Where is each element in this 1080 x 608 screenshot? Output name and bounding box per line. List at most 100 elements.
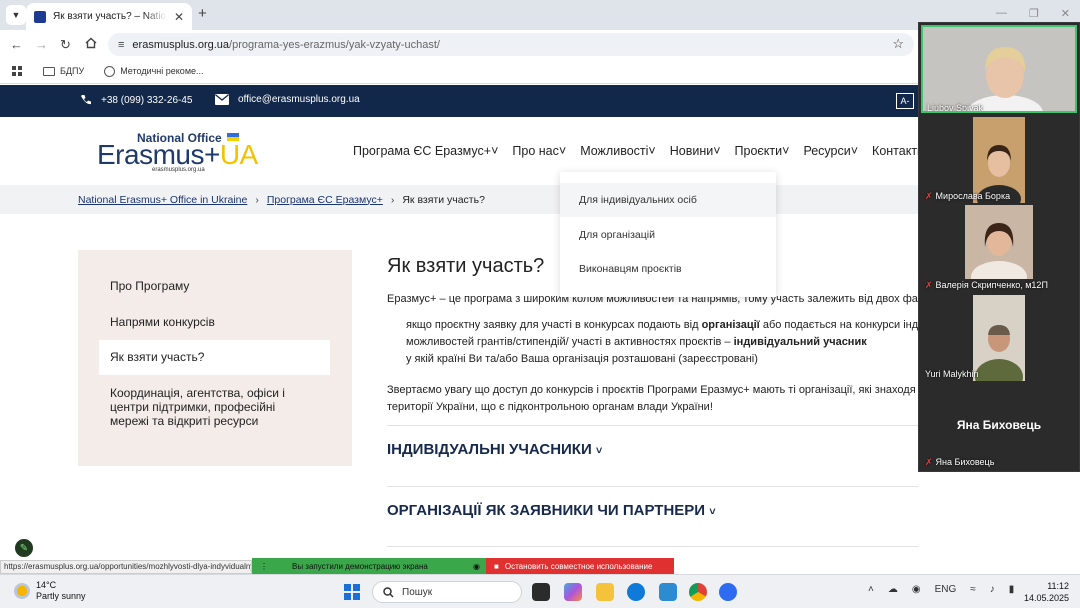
stop-sharing-button[interactable]: ■ Остановить совместное использование: [486, 558, 674, 574]
home-icon[interactable]: [85, 37, 97, 49]
sidebar-item-coordination[interactable]: Координація, агентства, офіси і центри п…: [110, 386, 315, 428]
divider: [387, 546, 918, 547]
sidebar-item-how-to-participate[interactable]: Як взяти участь?: [110, 350, 204, 364]
edit-pencil-button[interactable]: ✎: [13, 537, 35, 559]
mail-icon: [215, 94, 229, 105]
breadcrumb-home-link[interactable]: National Erasmus+ Office in Ukraine: [78, 194, 247, 206]
browser-tab-active[interactable]: Як взяти участь? – National Erasmus+ Off…: [26, 3, 192, 30]
nav-projects[interactable]: Проєкти˅: [735, 144, 790, 158]
chevron-up-icon[interactable]: ˄: [868, 584, 874, 595]
participant-video: [973, 295, 1025, 381]
participant-tile[interactable]: [973, 295, 1025, 381]
participant-tile[interactable]: [965, 205, 1033, 279]
zoom-icon[interactable]: [719, 583, 737, 601]
phone-contact[interactable]: +38 (099) 332-26-45: [80, 94, 192, 106]
chevron-down-icon: ˅: [709, 506, 716, 518]
criteria-list: якщо проєктну заявку для участі в конкур…: [406, 317, 918, 368]
list-text: можливостей грантів/стипендій/ участі в …: [406, 336, 734, 348]
notice-line-2: території України, що є підконтрольною о…: [387, 401, 713, 413]
link-status-url: https://erasmusplus.org.ua/opportunities…: [0, 560, 252, 574]
onedrive-icon[interactable]: ☁: [888, 584, 898, 595]
file-explorer-icon[interactable]: [596, 583, 614, 601]
tab-title: Як взяти участь? – National Erasmus+ Off…: [53, 11, 167, 22]
dropdown-item-organisations[interactable]: Для організацій: [560, 218, 776, 252]
participant-tile[interactable]: Liubov Spivak: [921, 25, 1077, 113]
tab-search-button[interactable]: ▼: [6, 5, 26, 25]
search-placeholder: Пошук: [402, 586, 433, 598]
outlook-icon[interactable]: [659, 583, 677, 601]
chevron-down-icon: ˅: [850, 144, 859, 158]
weather-text: 14°C Partly sunny: [36, 580, 86, 602]
participant-video: [923, 27, 1075, 111]
logo-subtitle: erasmusplus.org.ua: [152, 167, 205, 173]
shield-icon: ◉: [473, 561, 480, 571]
drag-handle-icon[interactable]: ⋮: [260, 562, 268, 571]
accordion-organisations[interactable]: ОРГАНІЗАЦІЇ ЯК ЗАЯВНИКИ ЧИ ПАРТНЕРИ ˅: [387, 502, 716, 519]
participant-name-text: Валерія Скрипченко, м12П: [935, 280, 1048, 290]
accordion-individual-participants[interactable]: ІНДИВІДУАЛЬНІ УЧАСНИКИ ˅: [387, 441, 602, 458]
participant-video: [965, 205, 1033, 279]
bookmark-link[interactable]: Методичні рекоме...: [104, 65, 204, 77]
nav-programme[interactable]: Програма ЄС Еразмус+˅: [353, 144, 498, 158]
participant-name-text: Мирослава Борка: [935, 191, 1011, 201]
site-contact-bar: +38 (099) 332-26-45 office@erasmusplus.o…: [0, 85, 918, 117]
nav-label: Ресурси: [803, 144, 851, 158]
apps-grid-icon[interactable]: [12, 65, 23, 77]
battery-icon[interactable]: ▮: [1009, 584, 1015, 595]
stop-sharing-label: Остановить совместное использование: [504, 561, 653, 571]
erasmus-logo[interactable]: National Office Erasmus+UA erasmusplus.o…: [97, 131, 272, 173]
back-arrow-icon[interactable]: ←: [10, 37, 23, 52]
sidebar-item-competition-areas[interactable]: Напрями конкурсів: [110, 315, 215, 329]
nav-opportunities[interactable]: Можливості˅: [580, 144, 656, 158]
edge-icon[interactable]: [627, 583, 645, 601]
nav-contacts[interactable]: Контакти: [872, 144, 924, 158]
sidebar-item-about-programme[interactable]: Про Програму: [110, 279, 189, 293]
nav-about[interactable]: Про нас˅: [512, 144, 566, 158]
new-tab-button[interactable]: +: [198, 5, 207, 22]
nav-news[interactable]: Новини˅: [670, 144, 721, 158]
task-view-icon[interactable]: [532, 583, 550, 601]
bookmark-folder[interactable]: БДПУ: [43, 66, 84, 76]
chrome-icon[interactable]: [689, 583, 707, 601]
nav-label: Програма ЄС Еразмус+: [353, 144, 492, 158]
dropdown-item-project-implementers[interactable]: Виконавцям проєктів: [560, 252, 776, 286]
url-text[interactable]: erasmusplus.org.ua/programa-yes-erazmus/…: [132, 39, 440, 51]
weather-widget[interactable]: 14°C Partly sunny: [14, 580, 86, 602]
close-window-icon[interactable]: ✕: [1061, 7, 1070, 20]
mic-off-icon: ✗: [925, 280, 933, 290]
email-contact[interactable]: office@erasmusplus.org.ua: [215, 94, 360, 105]
list-item: у якій країні Ви та/або Ваша організація…: [406, 351, 918, 368]
screen-share-bar: ⋮ Вы запустили демонстрацию экрана ◉ ■ О…: [252, 558, 674, 574]
site-favicon-icon: [34, 10, 46, 23]
sidebar: Про Програму Напрями конкурсів Як взяти …: [78, 250, 352, 466]
language-indicator[interactable]: ENG: [935, 584, 957, 595]
wifi-icon[interactable]: ≈: [970, 584, 976, 595]
bookmark-star-icon[interactable]: ☆: [892, 36, 904, 52]
tab-close-icon[interactable]: ✕: [174, 10, 184, 24]
chevron-down-icon: ˅: [595, 445, 603, 457]
font-size-button[interactable]: A-: [896, 93, 914, 109]
minimize-icon[interactable]: —: [996, 7, 1007, 20]
volume-icon[interactable]: ♪: [990, 584, 995, 595]
restore-icon[interactable]: ❐: [1029, 7, 1039, 20]
microphone-icon[interactable]: ◉: [912, 584, 921, 595]
site-info-icon[interactable]: ≡: [118, 39, 124, 51]
accordion-title: ІНДИВІДУАЛЬНІ УЧАСНИКИ: [387, 441, 592, 458]
nav-resources[interactable]: Ресурси˅: [803, 144, 858, 158]
taskbar-clock[interactable]: 11:12 14.05.2025: [1024, 580, 1069, 604]
chevron-down-icon: ˅: [782, 144, 790, 158]
windows-start-icon[interactable]: [344, 584, 360, 600]
forward-arrow-icon[interactable]: →: [35, 37, 48, 52]
taskbar-search[interactable]: Пошук: [372, 581, 522, 603]
dropdown-item-individuals[interactable]: Для індивідуальних осіб: [560, 183, 776, 217]
window-controls: — ❐ ✕: [996, 7, 1070, 20]
copilot-icon[interactable]: [564, 583, 582, 601]
breadcrumb-separator-icon: ›: [390, 193, 395, 206]
divider: [387, 425, 918, 426]
address-bar[interactable]: ≡ erasmusplus.org.ua/programa-yes-erazmu…: [108, 33, 914, 56]
list-item: якщо проєктну заявку для участі в конкур…: [406, 317, 918, 334]
reload-icon[interactable]: ↻: [60, 37, 71, 53]
breadcrumb-programme-link[interactable]: Програма ЄС Еразмус+: [267, 194, 383, 206]
divider: [387, 486, 918, 487]
nav-label: Про нас: [512, 144, 559, 158]
